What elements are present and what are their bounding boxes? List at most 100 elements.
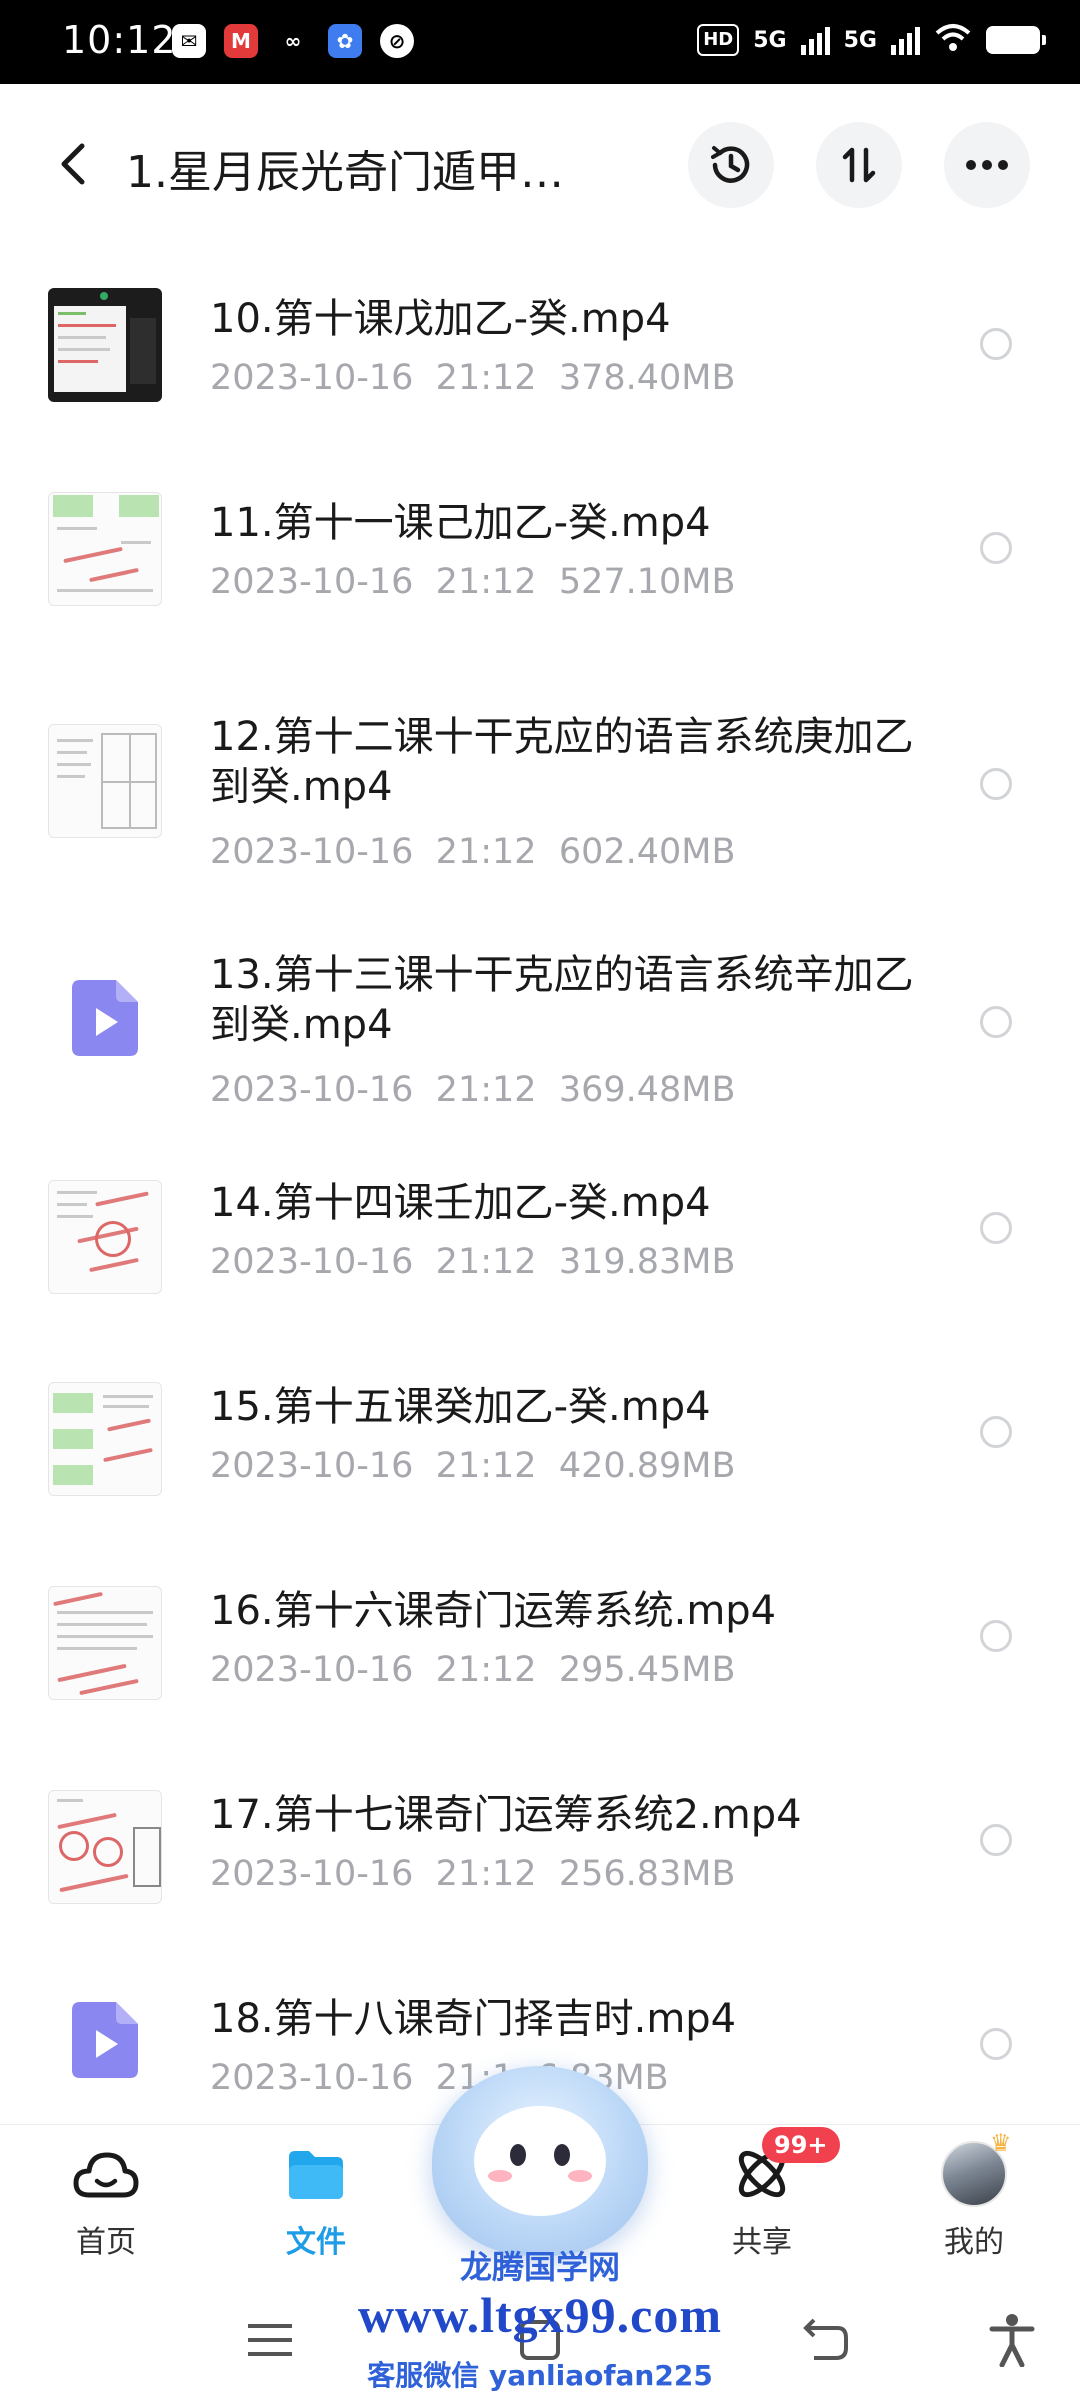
file-row[interactable]: 17.第十七课奇门运筹系统2.mp4 2023-10-16 21:12 256.… — [0, 1748, 1080, 1952]
signal-icon-2 — [891, 25, 920, 55]
file-name: 11.第十一课己加乙-癸.mp4 — [210, 500, 711, 546]
file-thumbnail — [48, 288, 162, 402]
select-checkbox[interactable] — [980, 532, 1012, 564]
file-meta: 2023-10-16 21:12 527.10MB — [210, 562, 736, 602]
select-checkbox[interactable] — [980, 328, 1012, 360]
sim1-label: 5G — [753, 27, 787, 53]
file-thumbnail — [48, 1586, 162, 1700]
file-meta: 2023-10-16 21:12 319.83MB — [210, 1242, 736, 1282]
file-date: 2023-10-16 — [210, 832, 414, 872]
file-date: 2023-10-16 — [210, 2058, 414, 2098]
file-time: 21:12 — [435, 1854, 537, 1894]
file-size: 295.45MB — [558, 1650, 736, 1690]
file-row[interactable]: 11.第十一课己加乙-癸.mp4 2023-10-16 21:12 527.10… — [0, 456, 1080, 660]
file-row[interactable]: 12.第十二课十干克应的语言系统庚加乙到癸.mp4 2023-10-16 21:… — [0, 660, 1080, 898]
file-date: 2023-10-16 — [210, 562, 414, 602]
file-time: 21:12 — [435, 1650, 537, 1690]
file-row[interactable]: 15.第十五课癸加乙-癸.mp4 2023-10-16 21:12 420.89… — [0, 1340, 1080, 1544]
file-name: 18.第十八课奇门择吉时.mp4 — [210, 1996, 737, 2042]
select-checkbox[interactable] — [980, 1416, 1012, 1448]
video-file-icon — [72, 2002, 138, 2078]
file-size: 420.89MB — [558, 1446, 736, 1486]
watermark-url: www.ltgx99.com — [358, 2287, 722, 2343]
file-time: 21:12 — [435, 358, 537, 398]
cloud-icon — [71, 2143, 141, 2205]
baidu-icon: ✿ — [328, 24, 362, 58]
file-size: 369.48MB — [558, 1070, 736, 1110]
file-date: 2023-10-16 — [210, 1242, 414, 1282]
status-bar: 10:12 ✉ M ∞ ✿ ⊘ HD 5G 5G — [0, 0, 1080, 84]
watermark-name: 龙腾国学网 — [459, 2248, 620, 2286]
file-meta: 2023-10-16 21:12 295.45MB — [210, 1650, 736, 1690]
file-thumbnail — [48, 724, 162, 838]
watermark-contact: 客服微信 yanliaofan225 — [367, 2359, 713, 2392]
file-name: 16.第十六课奇门运筹系统.mp4 — [210, 1588, 777, 1634]
notification-badge: 99+ — [762, 2127, 840, 2163]
file-row[interactable]: 16.第十六课奇门运筹系统.mp4 2023-10-16 21:12 295.4… — [0, 1544, 1080, 1748]
select-checkbox[interactable] — [980, 2028, 1012, 2060]
file-size: 602.40MB — [558, 832, 736, 872]
baidu-netdisk-icon: ∞ — [284, 29, 302, 53]
crown-icon: ♛ — [990, 2129, 1012, 2157]
cmb-bank-icon: M — [224, 24, 258, 58]
file-date: 2023-10-16 — [210, 1854, 414, 1894]
file-time: 21:12 — [435, 1242, 537, 1282]
file-name: 12.第十二课十干克应的语言系统庚加乙到癸.mp4 — [210, 714, 914, 810]
sort-button[interactable] — [816, 122, 902, 208]
file-date: 2023-10-16 — [210, 1070, 414, 1110]
history-button[interactable] — [688, 122, 774, 208]
select-checkbox[interactable] — [980, 1006, 1012, 1038]
file-row[interactable]: 10.第十课戊加乙-癸.mp4 2023-10-16 21:12 378.40M… — [0, 252, 1080, 456]
top-app-bar: 1.星月辰光奇门遁甲… — [0, 84, 1080, 252]
file-meta: 2023-10-16 21:12 256.83MB — [210, 1854, 736, 1894]
select-checkbox[interactable] — [980, 1212, 1012, 1244]
status-time: 10:12 — [62, 18, 177, 62]
page-title: 1.星月辰光奇门遁甲… — [126, 147, 564, 198]
more-button[interactable] — [944, 122, 1030, 208]
file-row[interactable]: 14.第十四课壬加乙-癸.mp4 2023-10-16 21:12 319.83… — [0, 1136, 1080, 1340]
more-icon — [966, 160, 1008, 170]
file-time: 21:12 — [435, 832, 537, 872]
select-checkbox[interactable] — [980, 768, 1012, 800]
file-size: 378.40MB — [558, 358, 736, 398]
file-meta: 2023-10-16 21:12 420.89MB — [210, 1446, 736, 1486]
file-thumbnail — [48, 1382, 162, 1496]
file-date: 2023-10-16 — [210, 1446, 414, 1486]
sim2-label: 5G — [843, 27, 877, 53]
file-name: 17.第十七课奇门运筹系统2.mp4 — [210, 1792, 802, 1838]
file-name: 14.第十四课壬加乙-癸.mp4 — [210, 1180, 711, 1226]
wechat-icon: ✉ — [172, 24, 206, 58]
folder-icon — [281, 2143, 351, 2205]
battery-icon — [986, 26, 1046, 54]
notification-icons: ✉ M ∞ ✿ ⊘ — [172, 24, 414, 58]
app-icon: ⊘ — [380, 24, 414, 58]
select-checkbox[interactable] — [980, 1620, 1012, 1652]
back-button[interactable] — [44, 134, 104, 194]
status-indicators: HD 5G 5G — [697, 22, 1046, 58]
file-meta: 2023-10-16 21:12 369.48MB — [210, 1070, 736, 1110]
file-meta: 2023-10-16 21:12 378.40MB — [210, 358, 736, 398]
file-name: 13.第十三课十干克应的语言系统辛加乙到癸.mp4 — [210, 952, 914, 1048]
file-time: 21:12 — [435, 1070, 537, 1110]
sort-icon — [842, 147, 876, 183]
video-file-icon — [72, 980, 138, 1056]
select-checkbox[interactable] — [980, 1824, 1012, 1856]
mascot-logo — [432, 2066, 648, 2256]
file-meta: 2023-10-16 21:12 602.40MB — [210, 832, 736, 872]
file-time: 21:12 — [435, 562, 537, 602]
file-date: 2023-10-16 — [210, 358, 414, 398]
signal-icon — [800, 25, 830, 55]
file-date: 2023-10-16 — [210, 1650, 414, 1690]
file-name: 15.第十五课癸加乙-癸.mp4 — [210, 1384, 711, 1430]
hd-indicator: HD — [697, 24, 740, 56]
file-thumbnail — [48, 492, 162, 606]
wifi-icon — [934, 22, 972, 58]
back-arrow-icon — [61, 143, 85, 185]
file-thumbnail — [48, 1180, 162, 1294]
file-size: 256.83MB — [558, 1854, 736, 1894]
file-thumbnail — [48, 1790, 162, 1904]
file-name: 10.第十课戊加乙-癸.mp4 — [210, 296, 671, 342]
file-time: 21:12 — [435, 1446, 537, 1486]
file-row[interactable]: 13.第十三课十干克应的语言系统辛加乙到癸.mp4 2023-10-16 21:… — [0, 898, 1080, 1136]
file-size: 527.10MB — [558, 562, 736, 602]
